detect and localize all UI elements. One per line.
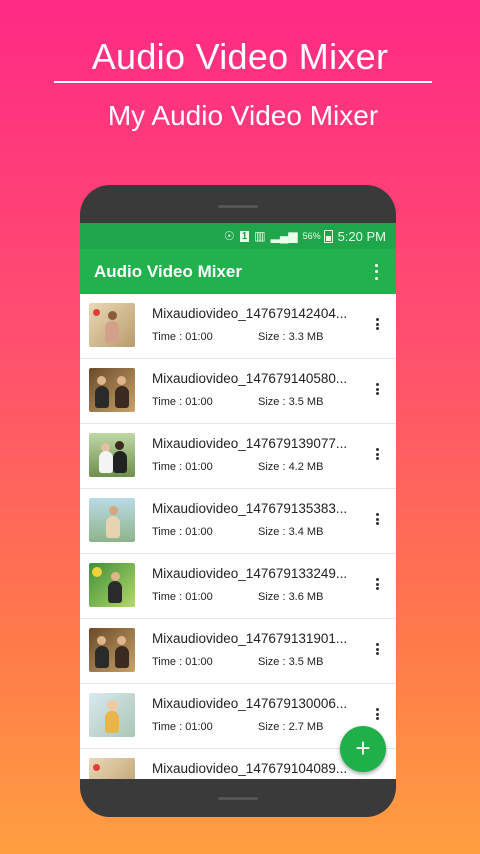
file-size: Size : 3.6 MB bbox=[258, 591, 324, 603]
file-duration: Time : 01:00 bbox=[152, 721, 213, 733]
file-size: Size : 4.2 MB bbox=[258, 461, 324, 473]
item-menu-icon[interactable] bbox=[372, 446, 382, 462]
file-size: Size : 3.4 MB bbox=[258, 526, 324, 538]
app-bar: Audio Video Mixer bbox=[80, 249, 396, 294]
file-duration: Time : 01:00 bbox=[152, 331, 213, 343]
list-item[interactable]: Mixaudiovideo_147679131901... Time : 01:… bbox=[80, 619, 396, 684]
status-time: 5:20 PM bbox=[337, 228, 386, 244]
status-bar: ☉ 1 ▥ ▂▄▆ 56% 5:20 PM bbox=[80, 223, 396, 249]
list-item[interactable]: Mixaudiovideo_147679139077... Time : 01:… bbox=[80, 424, 396, 489]
phone-frame: ☉ 1 ▥ ▂▄▆ 56% 5:20 PM Audio Video Mixer … bbox=[80, 185, 396, 817]
promo-divider bbox=[54, 81, 432, 83]
sim-icon: 1 bbox=[239, 230, 250, 242]
file-name: Mixaudiovideo_147679140580... bbox=[152, 371, 348, 386]
phone-speaker bbox=[218, 205, 258, 208]
battery-percent: 56% bbox=[302, 231, 321, 241]
list-item[interactable]: Mixaudiovideo_147679142404... Time : 01:… bbox=[80, 294, 396, 359]
video-thumbnail bbox=[89, 628, 135, 672]
file-size: Size : 2.7 MB bbox=[258, 721, 324, 733]
phone-home-indicator bbox=[218, 797, 258, 800]
promo-title: Audio Video Mixer bbox=[91, 36, 389, 77]
file-name: Mixaudiovideo_147679133249... bbox=[152, 566, 348, 581]
list-item[interactable]: Mixaudiovideo_147679135383... Time : 01:… bbox=[80, 489, 396, 554]
file-name: Mixaudiovideo_147679135383... bbox=[152, 501, 348, 516]
video-thumbnail bbox=[89, 563, 135, 607]
file-duration: Time : 01:00 bbox=[152, 526, 213, 538]
file-name: Mixaudiovideo_147679104089... bbox=[152, 761, 348, 776]
app-title: Audio Video Mixer bbox=[94, 261, 242, 281]
wifi-icon: ☉ bbox=[223, 229, 235, 243]
item-menu-icon[interactable] bbox=[372, 576, 382, 592]
phone-screen: ☉ 1 ▥ ▂▄▆ 56% 5:20 PM Audio Video Mixer … bbox=[80, 223, 396, 779]
add-button[interactable]: + bbox=[340, 726, 386, 772]
file-size: Size : 3.3 MB bbox=[258, 331, 324, 343]
list-item[interactable]: Mixaudiovideo_147679133249... Time : 01:… bbox=[80, 554, 396, 619]
overflow-menu-icon[interactable] bbox=[368, 262, 384, 282]
video-thumbnail bbox=[89, 498, 135, 542]
file-name: Mixaudiovideo_147679142404... bbox=[152, 306, 348, 321]
item-menu-icon[interactable] bbox=[372, 706, 382, 722]
battery-icon bbox=[323, 229, 333, 243]
video-thumbnail bbox=[89, 303, 135, 347]
item-menu-icon[interactable] bbox=[372, 641, 382, 657]
item-menu-icon[interactable] bbox=[372, 316, 382, 332]
video-thumbnail bbox=[89, 758, 135, 779]
file-name: Mixaudiovideo_147679131901... bbox=[152, 631, 348, 646]
file-duration: Time : 01:00 bbox=[152, 591, 213, 603]
item-menu-icon[interactable] bbox=[372, 511, 382, 527]
file-name: Mixaudiovideo_147679130006... bbox=[152, 696, 348, 711]
video-thumbnail bbox=[89, 693, 135, 737]
item-menu-icon[interactable] bbox=[372, 381, 382, 397]
video-thumbnail bbox=[89, 368, 135, 412]
file-size: Size : 3.5 MB bbox=[258, 396, 324, 408]
file-duration: Time : 01:00 bbox=[152, 656, 213, 668]
file-duration: Time : 01:00 bbox=[152, 461, 213, 473]
video-thumbnail bbox=[89, 433, 135, 477]
list-item[interactable]: Mixaudiovideo_147679140580... Time : 01:… bbox=[80, 359, 396, 424]
signal-bars-icon: ▂▄▆ bbox=[270, 229, 298, 243]
signal-icon: ▥ bbox=[254, 229, 266, 243]
promo-subtitle: My Audio Video Mixer bbox=[107, 100, 379, 131]
video-list: Mixaudiovideo_147679142404... Time : 01:… bbox=[80, 294, 396, 779]
file-duration: Time : 01:00 bbox=[152, 396, 213, 408]
file-size: Size : 3.5 MB bbox=[258, 656, 324, 668]
file-name: Mixaudiovideo_147679139077... bbox=[152, 436, 348, 451]
